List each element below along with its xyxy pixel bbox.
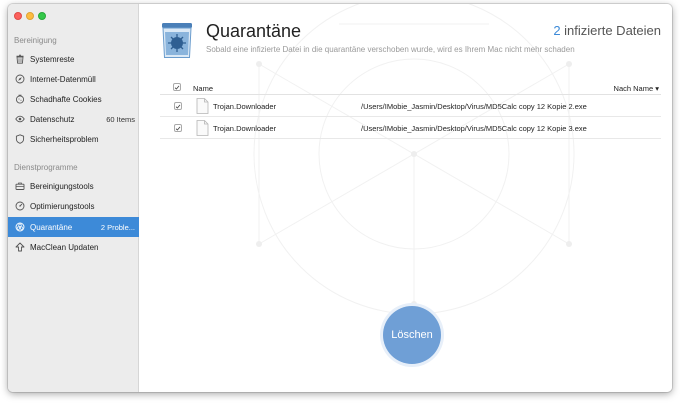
main-panel: Quarantäne Sobald eine infizierte Datei … — [139, 4, 672, 392]
eye-icon — [15, 114, 25, 124]
select-all-checkbox[interactable] — [173, 83, 181, 91]
sidebar-item-bereinigungstools[interactable]: Bereinigungstools — [8, 176, 139, 196]
shield-icon — [15, 134, 25, 144]
file-name: Trojan.Downloader — [213, 102, 277, 111]
sidebar-item-label: Internet-Datenmüll — [30, 74, 96, 84]
update-arrow-icon — [15, 242, 25, 252]
toolbox-icon — [15, 181, 25, 191]
file-name: Trojan.Downloader — [213, 124, 277, 133]
page-title: Quarantäne — [206, 21, 302, 41]
sort-dropdown[interactable]: Nach Name ▾ — [614, 84, 659, 93]
compass-icon — [15, 74, 25, 84]
sidebar-item-label: Quarantäne — [30, 222, 73, 232]
document-icon — [196, 98, 209, 114]
sidebar-item-label: Optimierungstools — [30, 201, 95, 211]
sidebar-item-internet-datenmuell[interactable]: Internet-Datenmüll — [8, 69, 139, 89]
sidebar-item-macclean-updaten[interactable]: MacClean Updaten — [8, 237, 139, 257]
close-window-button[interactable] — [14, 12, 22, 20]
sidebar-item-datenschutz[interactable]: Datenschutz 60 Items — [8, 109, 139, 129]
sidebar-item-optimierungstools[interactable]: Optimierungstools — [8, 196, 139, 216]
infected-count-number: 2 — [553, 23, 561, 38]
sidebar: Bereinigung Systemreste Internet-Datenmü… — [8, 4, 139, 392]
table-row[interactable]: Trojan.Downloader /Users/IMobie_Jasmin/D… — [160, 95, 661, 117]
minimize-window-button[interactable] — [26, 12, 34, 20]
sidebar-item-badge: 60 Items — [106, 114, 135, 124]
sidebar-item-label: Datenschutz — [30, 114, 75, 124]
infected-count: 2 infizierte Dateien — [553, 23, 661, 38]
table-header: Name Nach Name ▾ — [160, 81, 661, 95]
sidebar-item-label: Sicherheitsproblem — [30, 134, 99, 144]
sidebar-item-schadhafte-cookies[interactable]: Schadhafte Cookies — [8, 89, 139, 109]
cookie-icon — [15, 94, 25, 104]
section-title-cleanup: Bereinigung — [14, 36, 57, 45]
sidebar-item-quarantaene[interactable]: Quarantäne 2 Proble... — [8, 217, 139, 237]
file-path: /Users/IMobie_Jasmin/Desktop/Virus/MD5Ca… — [361, 124, 587, 133]
zoom-window-button[interactable] — [38, 12, 46, 20]
sidebar-item-sicherheitsproblem[interactable]: Sicherheitsproblem — [8, 129, 139, 149]
file-path: /Users/IMobie_Jasmin/Desktop/Virus/MD5Ca… — [361, 102, 587, 111]
sidebar-item-label: Systemreste — [30, 54, 75, 64]
delete-button[interactable]: Löschen — [383, 306, 441, 364]
sidebar-item-label: Schadhafte Cookies — [30, 94, 102, 104]
column-header-name[interactable]: Name — [193, 84, 213, 93]
sidebar-item-badge: 2 Proble... — [100, 222, 135, 232]
row-checkbox[interactable] — [174, 124, 182, 132]
document-icon — [196, 120, 209, 136]
biohazard-icon — [15, 222, 25, 232]
table-row[interactable]: Trojan.Downloader /Users/IMobie_Jasmin/D… — [160, 117, 661, 139]
sidebar-item-systemreste[interactable]: Systemreste — [8, 49, 139, 69]
sidebar-item-label: Bereinigungstools — [30, 181, 94, 191]
app-window: Bereinigung Systemreste Internet-Datenmü… — [8, 4, 672, 392]
page-subtitle: Sobald eine infizierte Datei in die quar… — [206, 45, 575, 54]
trash-icon — [15, 54, 25, 64]
section-title-utilities: Dienstprogramme — [14, 163, 78, 172]
quarantine-jar-icon — [162, 23, 192, 58]
window-controls — [14, 12, 46, 20]
sidebar-item-label: MacClean Updaten — [30, 242, 99, 252]
infected-count-label: infizierte Dateien — [560, 23, 661, 38]
quarantine-table: Name Nach Name ▾ Trojan.Downloader /User… — [160, 81, 661, 139]
gauge-icon — [15, 201, 25, 211]
row-checkbox[interactable] — [174, 102, 182, 110]
